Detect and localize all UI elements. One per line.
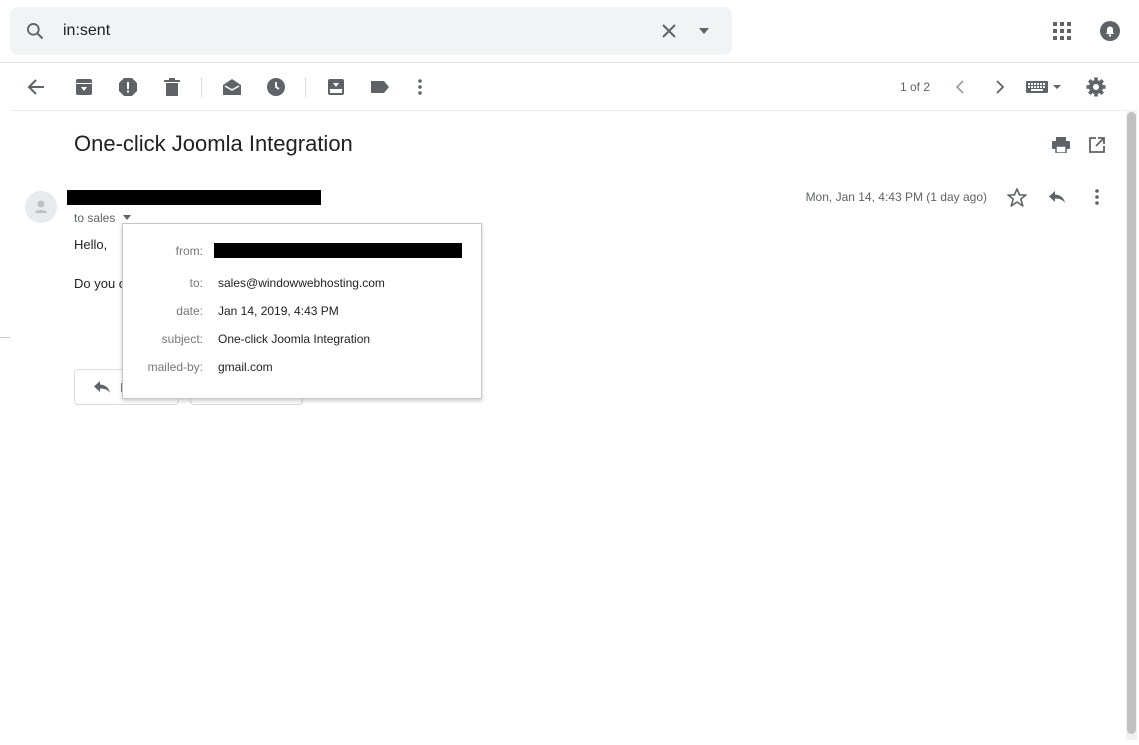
scrollbar-thumb[interactable] bbox=[1127, 112, 1136, 734]
to-label: to: bbox=[189, 276, 203, 290]
older-icon[interactable] bbox=[989, 76, 1011, 98]
toolbar-separator bbox=[305, 77, 306, 97]
apps-icon[interactable] bbox=[1050, 19, 1074, 43]
sender-name-redacted bbox=[67, 190, 321, 205]
notifications-icon[interactable] bbox=[1098, 19, 1122, 43]
search-bar[interactable] bbox=[10, 7, 732, 55]
date-value: Jan 14, 2019, 4:43 PM bbox=[218, 304, 339, 318]
message-date: Mon, Jan 14, 4:43 PM (1 day ago) bbox=[805, 190, 987, 204]
delete-icon[interactable] bbox=[161, 76, 183, 98]
search-options-icon[interactable] bbox=[695, 22, 713, 40]
newer-icon[interactable] bbox=[949, 76, 971, 98]
move-to-icon[interactable] bbox=[325, 76, 347, 98]
search-icon[interactable] bbox=[24, 20, 46, 42]
page-count: 1 of 2 bbox=[899, 80, 930, 94]
dropdown-icon[interactable] bbox=[122, 215, 131, 220]
mark-unread-icon[interactable] bbox=[221, 76, 243, 98]
print-icon[interactable] bbox=[1050, 134, 1072, 156]
reply-icon[interactable] bbox=[1046, 186, 1068, 208]
more-icon[interactable] bbox=[409, 76, 431, 98]
settings-icon[interactable] bbox=[1085, 76, 1107, 98]
label-icon[interactable] bbox=[369, 76, 391, 98]
toolbar-divider bbox=[10, 110, 1126, 111]
left-edge-line bbox=[0, 337, 10, 338]
mailed-by-value: gmail.com bbox=[218, 360, 273, 374]
search-input[interactable]: in:sent bbox=[63, 22, 110, 40]
more-message-icon[interactable] bbox=[1086, 186, 1108, 208]
mailed-by-label: mailed-by: bbox=[147, 360, 203, 374]
from-label: from: bbox=[175, 244, 203, 258]
header-divider bbox=[0, 62, 1139, 63]
reply-button-icon bbox=[94, 381, 110, 393]
date-label: date: bbox=[176, 304, 203, 318]
person-icon bbox=[35, 200, 47, 213]
to-value: sales@windowwebhosting.com bbox=[218, 276, 385, 290]
keyboard-icon[interactable] bbox=[1024, 78, 1064, 96]
back-icon[interactable] bbox=[25, 76, 47, 98]
recipient-text: to sales bbox=[74, 211, 116, 225]
snooze-icon[interactable] bbox=[265, 76, 287, 98]
report-spam-icon[interactable] bbox=[117, 76, 139, 98]
avatar bbox=[25, 191, 57, 223]
clear-icon[interactable] bbox=[658, 20, 680, 42]
archive-icon[interactable] bbox=[73, 76, 95, 98]
open-new-window-icon[interactable] bbox=[1086, 134, 1108, 156]
from-value-redacted bbox=[214, 243, 462, 258]
star-icon[interactable] bbox=[1006, 186, 1028, 208]
body-text: Do you c bbox=[74, 276, 126, 291]
message-subject: One-click Joomla Integration bbox=[74, 131, 353, 156]
toolbar-separator bbox=[201, 77, 202, 97]
body-greeting: Hello, bbox=[74, 237, 108, 252]
subject-label: subject: bbox=[161, 332, 203, 346]
subject-value: One-click Joomla Integration bbox=[218, 332, 371, 346]
message-details-popup: from: to: sales@windowwebhosting.com dat… bbox=[122, 223, 482, 399]
